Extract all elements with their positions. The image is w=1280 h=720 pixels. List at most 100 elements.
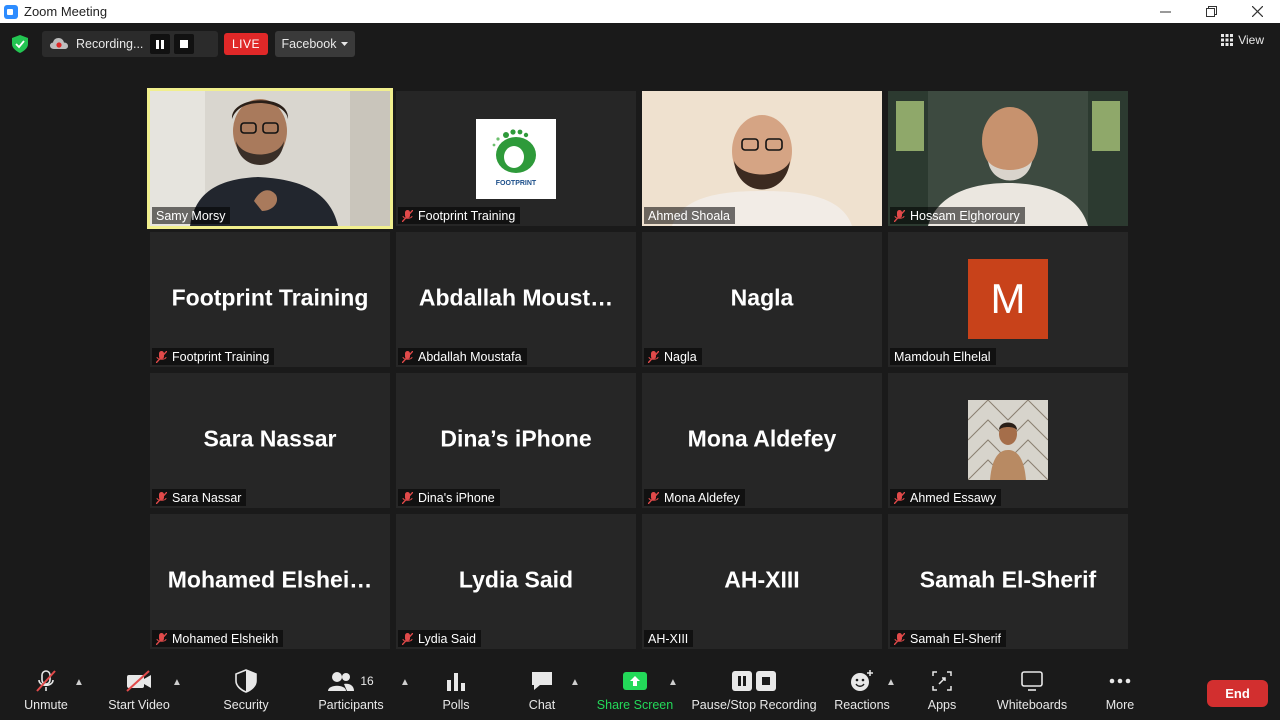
participant-display-name: Samah El-Sherif <box>919 565 1097 592</box>
participant-tile[interactable]: Sara Nassar Sara Nassar <box>150 373 390 508</box>
participants-icon <box>328 672 355 691</box>
footprint-logo: FOOTPRINT <box>476 119 556 199</box>
participants-label: Participants <box>318 698 384 712</box>
view-button[interactable]: View <box>1221 33 1264 47</box>
participants-button[interactable]: 16 Participants <box>316 663 386 720</box>
participant-name: Footprint Training <box>172 349 270 364</box>
close-icon <box>1251 6 1263 17</box>
participant-display-name: Footprint Training <box>171 283 369 310</box>
mic-muted-icon <box>156 632 167 645</box>
participant-name: Lydia Said <box>418 631 476 646</box>
participant-tile[interactable]: M Mamdouh Elhelal <box>888 232 1128 367</box>
pause-recording-button[interactable] <box>150 34 170 54</box>
mic-muted-icon <box>402 350 413 363</box>
participant-name-label: Mohamed Elsheikh <box>152 630 284 647</box>
participant-video <box>888 91 1128 226</box>
participant-tile[interactable]: Ahmed Essawy <box>888 373 1128 508</box>
polls-button[interactable]: Polls <box>436 663 476 720</box>
participant-name-label: Samah El-Sherif <box>890 630 1007 647</box>
audio-options-caret-icon[interactable]: ▲ <box>74 677 84 688</box>
reactions-options-caret-icon[interactable]: ▲ <box>886 677 896 688</box>
participant-display-name: AH-XIII <box>724 565 800 592</box>
participant-tile[interactable]: AH-XIII AH-XIII <box>642 514 882 649</box>
mic-muted-icon <box>156 491 167 504</box>
mic-muted-icon <box>402 209 413 222</box>
participant-tile[interactable]: FOOTPRINT Footprint Training <box>396 91 636 226</box>
participant-name-label: Dina's iPhone <box>398 489 500 506</box>
participant-name-label: Footprint Training <box>152 348 275 365</box>
security-button[interactable]: Security <box>220 663 272 720</box>
chat-button[interactable]: Chat <box>522 663 562 720</box>
start-video-label: Start Video <box>108 698 170 712</box>
minimize-button[interactable] <box>1142 0 1188 23</box>
chat-icon <box>532 672 552 690</box>
polls-label: Polls <box>442 698 470 712</box>
participant-tile[interactable]: Samah El-Sherif Samah El-Sherif <box>888 514 1128 649</box>
apps-icon <box>932 671 952 691</box>
participant-name: Footprint Training <box>418 208 516 223</box>
close-button[interactable] <box>1234 0 1280 23</box>
mic-muted-icon <box>648 350 659 363</box>
participant-tile[interactable]: Ahmed Shoala <box>642 91 882 226</box>
participant-name-label: AH-XIII <box>644 630 694 647</box>
stop-recording-button[interactable] <box>174 34 194 54</box>
logo-text: FOOTPRINT <box>496 180 537 187</box>
video-off-icon <box>126 670 151 692</box>
zoom-app-icon <box>4 4 18 19</box>
meeting-area: Recording... LIVE Facebook View Samy Mor… <box>0 23 1280 663</box>
meeting-topbar: Recording... LIVE Facebook View <box>0 31 1280 59</box>
participant-tile[interactable]: Mona Aldefey Mona Aldefey <box>642 373 882 508</box>
participant-display-name: Mona Aldefey <box>687 424 837 451</box>
participant-tile[interactable]: Samy Morsy <box>147 88 393 229</box>
restore-button[interactable] <box>1188 0 1234 23</box>
live-badge[interactable]: LIVE <box>224 33 268 55</box>
start-video-button[interactable]: Start Video <box>104 663 174 720</box>
pause-stop-recording-button[interactable]: Pause/Stop Recording <box>691 663 817 720</box>
mic-muted-icon <box>156 350 167 363</box>
view-label: View <box>1238 33 1264 47</box>
apps-button[interactable]: Apps <box>922 663 962 720</box>
video-options-caret-icon[interactable]: ▲ <box>172 677 182 688</box>
avatar: M <box>968 259 1048 339</box>
meeting-toolbar: Unmute ▲ Start Video ▲ Security 16 Parti… <box>0 663 1280 720</box>
chat-options-caret-icon[interactable]: ▲ <box>570 677 580 688</box>
participant-name: Abdallah Moustafa <box>418 349 522 364</box>
reactions-button[interactable]: Reactions <box>834 663 890 720</box>
unmute-button[interactable]: Unmute <box>18 663 74 720</box>
mic-muted-icon <box>36 670 56 692</box>
participant-name-label: Abdallah Moustafa <box>398 348 527 365</box>
participant-video <box>150 91 390 226</box>
window-title: Zoom Meeting <box>24 4 108 19</box>
participant-tile[interactable]: Lydia Said Lydia Said <box>396 514 636 649</box>
participant-tile[interactable]: Hossam Elghoroury <box>888 91 1128 226</box>
participant-display-name: Mohamed Elshei… <box>167 565 373 592</box>
pause-stop-recording-label: Pause/Stop Recording <box>691 698 817 712</box>
participant-name: Mohamed Elsheikh <box>172 631 279 646</box>
mic-muted-icon <box>894 209 905 222</box>
participant-tile[interactable]: Mohamed Elshei… Mohamed Elsheikh <box>150 514 390 649</box>
livestream-target-dropdown[interactable]: Facebook <box>275 31 355 57</box>
participant-tile[interactable]: Footprint Training Footprint Training <box>150 232 390 367</box>
share-screen-button[interactable]: Share Screen <box>597 663 673 720</box>
more-button[interactable]: More <box>1100 663 1140 720</box>
participant-tile[interactable]: Abdallah Moust… Abdallah Moustafa <box>396 232 636 367</box>
participant-tile[interactable]: Nagla Nagla <box>642 232 882 367</box>
participant-name-label: Footprint Training <box>398 207 521 224</box>
mic-muted-icon <box>894 491 905 504</box>
participant-name-label: Ahmed Essawy <box>890 489 1002 506</box>
whiteboards-label: Whiteboards <box>996 698 1068 712</box>
participant-name-label: Samy Morsy <box>152 207 231 224</box>
end-meeting-button[interactable]: End <box>1207 680 1268 707</box>
participant-name: Hossam Elghoroury <box>910 208 1020 223</box>
encryption-shield-icon[interactable] <box>12 35 28 53</box>
participant-name-label: Lydia Said <box>398 630 481 647</box>
participant-tile[interactable]: Dina’s iPhone Dina's iPhone <box>396 373 636 508</box>
whiteboards-button[interactable]: Whiteboards <box>992 663 1072 720</box>
stop-icon <box>180 40 188 48</box>
participants-options-caret-icon[interactable]: ▲ <box>400 677 410 688</box>
unmute-label: Unmute <box>24 698 68 712</box>
more-label: More <box>1105 698 1135 712</box>
participant-name: Mona Aldefey <box>664 490 740 505</box>
minimize-icon <box>1159 11 1171 13</box>
share-options-caret-icon[interactable]: ▲ <box>668 677 678 688</box>
